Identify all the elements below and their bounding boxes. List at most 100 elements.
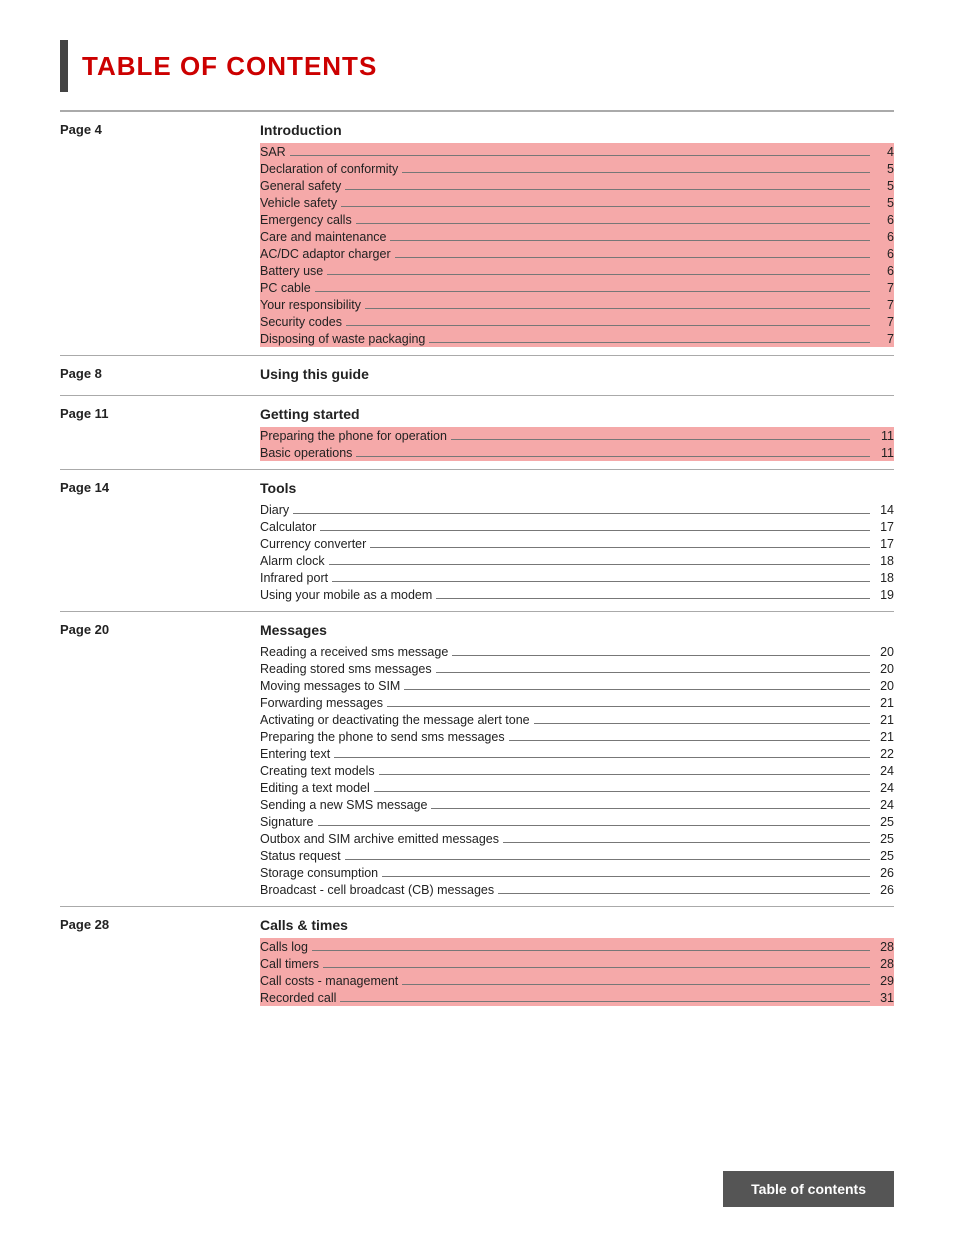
toc-item-0-8[interactable]: PC cable7 bbox=[260, 279, 894, 296]
section-title-1[interactable]: Using this guide bbox=[260, 366, 894, 382]
footer-bar: Table of contents bbox=[723, 1171, 894, 1207]
toc-item-4-3[interactable]: Forwarding messages21 bbox=[260, 694, 894, 711]
toc-item-0-2[interactable]: General safety 5 bbox=[260, 177, 894, 194]
toc-section-5: Page 28Calls & timesCalls log28Call time… bbox=[60, 906, 894, 1014]
item-dots bbox=[318, 825, 870, 826]
item-dots bbox=[498, 893, 870, 894]
toc-content: Page 4Introduction SAR4Declaration of con… bbox=[60, 111, 894, 1014]
toc-item-4-7[interactable]: Creating text models24 bbox=[260, 762, 894, 779]
item-page: 28 bbox=[870, 957, 894, 971]
item-page: 5 bbox=[870, 162, 894, 176]
toc-item-4-2[interactable]: Moving messages to SIM20 bbox=[260, 677, 894, 694]
item-page: 24 bbox=[870, 781, 894, 795]
toc-item-5-0[interactable]: Calls log28 bbox=[260, 938, 894, 955]
toc-item-0-3[interactable]: Vehicle safety5 bbox=[260, 194, 894, 211]
item-dots bbox=[452, 655, 870, 656]
item-dots bbox=[431, 808, 870, 809]
toc-item-4-13[interactable]: Storage consumption26 bbox=[260, 864, 894, 881]
section-title-2[interactable]: Getting started bbox=[260, 406, 894, 422]
item-dots bbox=[379, 774, 870, 775]
item-dots bbox=[312, 950, 870, 951]
item-page: 29 bbox=[870, 974, 894, 988]
item-dots bbox=[436, 672, 870, 673]
item-page: 6 bbox=[870, 230, 894, 244]
toc-item-4-8[interactable]: Editing a text model24 bbox=[260, 779, 894, 796]
item-page: 28 bbox=[870, 940, 894, 954]
item-page: 26 bbox=[870, 883, 894, 897]
item-page: 22 bbox=[870, 747, 894, 761]
page-title: TABLE OF CONTENTS bbox=[82, 51, 377, 82]
section-page-1: Page 8 bbox=[60, 366, 260, 381]
item-page: 21 bbox=[870, 730, 894, 744]
toc-item-0-11[interactable]: Disposing of waste packaging7 bbox=[260, 330, 894, 347]
item-label: Recorded call bbox=[260, 991, 340, 1005]
item-label: Call costs - management bbox=[260, 974, 402, 988]
toc-item-5-2[interactable]: Call costs - management 29 bbox=[260, 972, 894, 989]
toc-item-4-11[interactable]: Outbox and SIM archive emitted messages2… bbox=[260, 830, 894, 847]
item-dots bbox=[346, 325, 870, 326]
item-page: 31 bbox=[870, 991, 894, 1005]
item-label: Moving messages to SIM bbox=[260, 679, 404, 693]
item-label: Broadcast - cell broadcast (CB) messages bbox=[260, 883, 498, 897]
item-dots bbox=[370, 547, 870, 548]
item-label: Status request bbox=[260, 849, 345, 863]
item-label: General safety bbox=[260, 179, 345, 193]
toc-item-3-5[interactable]: Using your mobile as a modem19 bbox=[260, 586, 894, 603]
toc-item-5-1[interactable]: Call timers28 bbox=[260, 955, 894, 972]
section-page-0: Page 4 bbox=[60, 122, 260, 137]
item-dots bbox=[395, 257, 870, 258]
item-page: 7 bbox=[870, 332, 894, 346]
section-title-4[interactable]: Messages bbox=[260, 622, 894, 638]
item-label: Basic operations bbox=[260, 446, 356, 460]
header: TABLE OF CONTENTS bbox=[60, 40, 894, 92]
item-page: 6 bbox=[870, 247, 894, 261]
item-page: 24 bbox=[870, 798, 894, 812]
toc-item-4-12[interactable]: Status request25 bbox=[260, 847, 894, 864]
toc-item-0-9[interactable]: Your responsibility7 bbox=[260, 296, 894, 313]
toc-item-4-5[interactable]: Preparing the phone to send sms messages… bbox=[260, 728, 894, 745]
toc-item-2-1[interactable]: Basic operations11 bbox=[260, 444, 894, 461]
toc-item-4-4[interactable]: Activating or deactivating the message a… bbox=[260, 711, 894, 728]
item-label: Reading stored sms messages bbox=[260, 662, 436, 676]
item-dots bbox=[451, 439, 870, 440]
item-label: Calculator bbox=[260, 520, 320, 534]
item-page: 20 bbox=[870, 645, 894, 659]
item-page: 5 bbox=[870, 179, 894, 193]
toc-item-3-4[interactable]: Infrared port18 bbox=[260, 569, 894, 586]
toc-item-3-2[interactable]: Currency converter17 bbox=[260, 535, 894, 552]
item-label: Emergency calls bbox=[260, 213, 356, 227]
toc-item-3-1[interactable]: Calculator17 bbox=[260, 518, 894, 535]
item-page: 18 bbox=[870, 554, 894, 568]
item-dots bbox=[356, 223, 870, 224]
section-title-3[interactable]: Tools bbox=[260, 480, 894, 496]
toc-item-0-10[interactable]: Security codes7 bbox=[260, 313, 894, 330]
toc-item-0-5[interactable]: Care and maintenance6 bbox=[260, 228, 894, 245]
item-dots bbox=[345, 859, 870, 860]
toc-item-4-6[interactable]: Entering text22 bbox=[260, 745, 894, 762]
item-page: 21 bbox=[870, 696, 894, 710]
toc-item-4-10[interactable]: Signature25 bbox=[260, 813, 894, 830]
item-label: Security codes bbox=[260, 315, 346, 329]
item-label: Alarm clock bbox=[260, 554, 329, 568]
toc-item-3-0[interactable]: Diary14 bbox=[260, 501, 894, 518]
toc-item-0-4[interactable]: Emergency calls6 bbox=[260, 211, 894, 228]
toc-item-5-3[interactable]: Recorded call 31 bbox=[260, 989, 894, 1006]
item-page: 19 bbox=[870, 588, 894, 602]
item-page: 14 bbox=[870, 503, 894, 517]
item-dots bbox=[327, 274, 870, 275]
toc-item-4-0[interactable]: Reading a received sms message20 bbox=[260, 643, 894, 660]
toc-item-2-0[interactable]: Preparing the phone for operation11 bbox=[260, 427, 894, 444]
item-page: 4 bbox=[870, 145, 894, 159]
section-content-3: Tools Diary14Calculator17Currency convert… bbox=[260, 480, 894, 603]
toc-item-0-7[interactable]: Battery use6 bbox=[260, 262, 894, 279]
toc-item-0-0[interactable]: SAR4 bbox=[260, 143, 894, 160]
item-dots bbox=[345, 189, 870, 190]
toc-item-3-3[interactable]: Alarm clock 18 bbox=[260, 552, 894, 569]
toc-item-4-9[interactable]: Sending a new SMS message24 bbox=[260, 796, 894, 813]
toc-item-0-6[interactable]: AC/DC adaptor charger6 bbox=[260, 245, 894, 262]
section-title-5[interactable]: Calls & times bbox=[260, 917, 894, 933]
section-title-0[interactable]: Introduction bbox=[260, 122, 894, 138]
toc-item-4-14[interactable]: Broadcast - cell broadcast (CB) messages… bbox=[260, 881, 894, 898]
toc-item-0-1[interactable]: Declaration of conformity5 bbox=[260, 160, 894, 177]
toc-item-4-1[interactable]: Reading stored sms messages20 bbox=[260, 660, 894, 677]
